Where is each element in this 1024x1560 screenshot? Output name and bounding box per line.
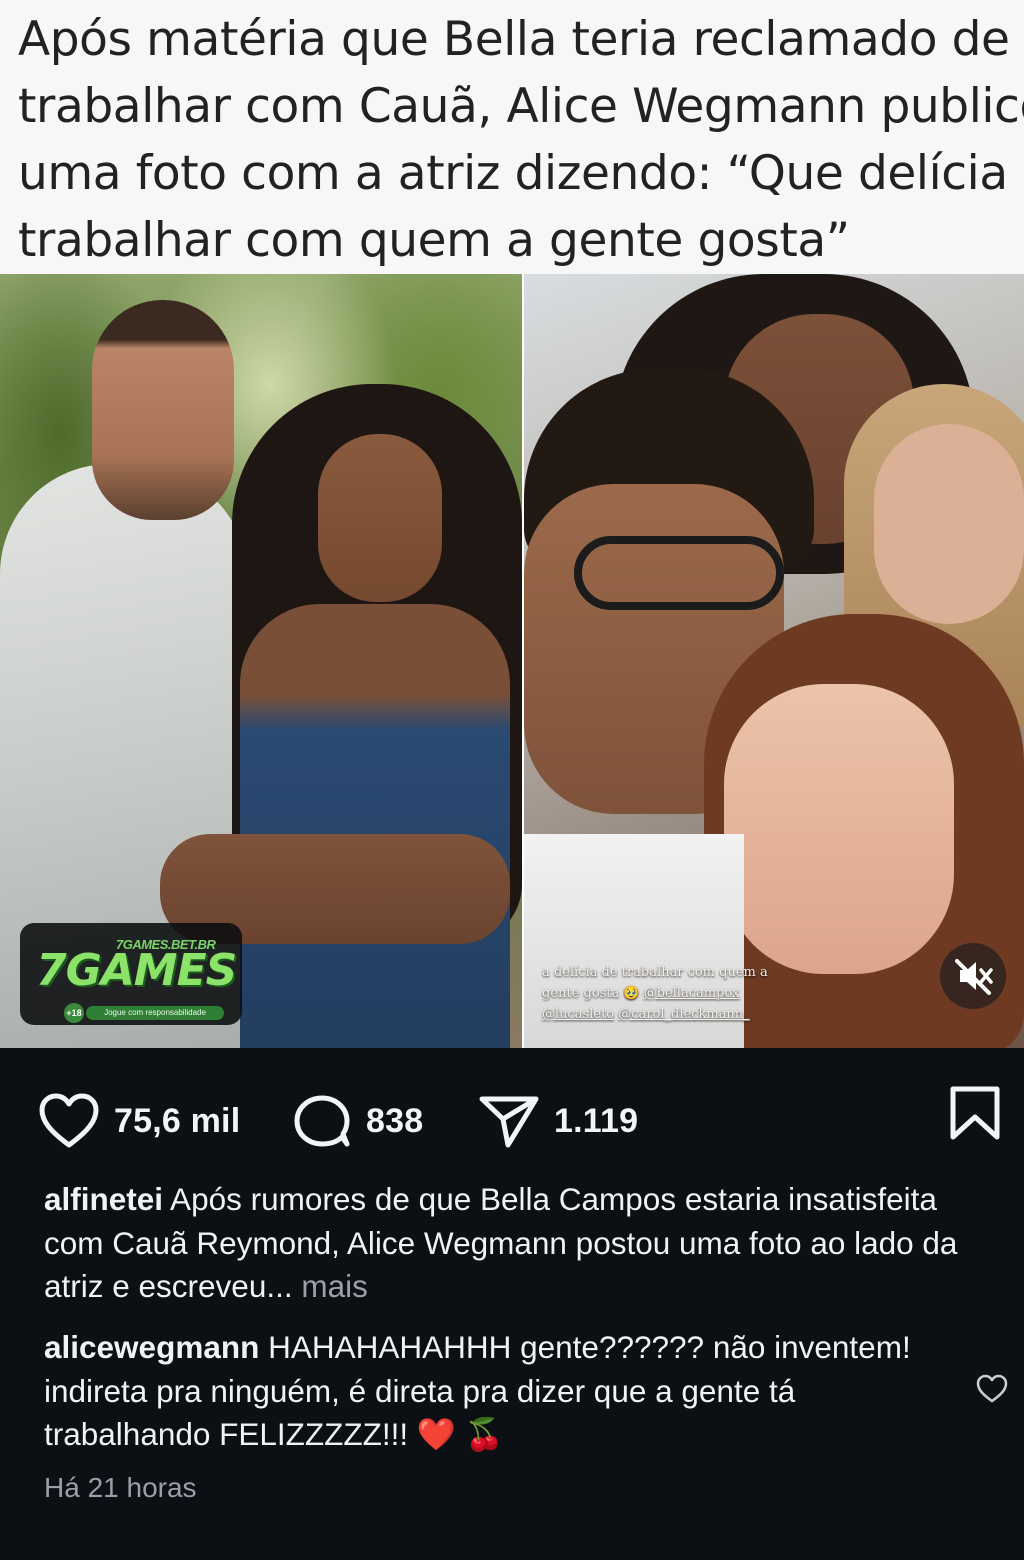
story-mention[interactable]: @carol_dieckmann_ (618, 1007, 749, 1022)
caption-username[interactable]: alfinetei (44, 1181, 163, 1217)
story-caption: a delícia de trabalhar com quem a gente … (542, 962, 842, 1025)
photo-figure-woman-body (240, 604, 510, 1048)
comment-bubble-icon (294, 1095, 350, 1147)
post-timestamp: Há 21 horas (44, 1472, 197, 1503)
sponsor-watermark: 7GAMES.BET.BR 7GAMES +18 Jogue com respo… (20, 923, 242, 1025)
share-count: 1.119 (554, 1101, 639, 1140)
more-link[interactable]: mais (293, 1268, 368, 1304)
like-count: 75,6 mil (114, 1101, 241, 1140)
story-caption-line: gente gosta 🥹 (542, 986, 644, 1001)
share-button[interactable]: 1.119 (478, 1093, 638, 1149)
paper-plane-icon (479, 1096, 539, 1148)
comment-like-button[interactable] (976, 1374, 1008, 1409)
glasses-icon (574, 536, 784, 610)
comment-count: 838 (366, 1101, 424, 1140)
caption-text: Após rumores de que Bella Campos estaria… (44, 1181, 958, 1304)
post-photo-right[interactable] (524, 274, 1024, 1048)
photo-figure-front-woman-face (724, 684, 954, 974)
post-action-bar: 75,6 mil 838 1.119 (0, 1048, 1024, 1188)
photo-divider (522, 274, 524, 1048)
sponsor-logo: 7GAMES (36, 945, 237, 996)
story-mention[interactable]: @lucasleto (542, 1007, 614, 1022)
photo-figure-man-head (92, 300, 234, 520)
speaker-muted-icon (955, 959, 993, 995)
photo-figure-blonde-face (874, 424, 1024, 624)
post-caption: alfinetei Após rumores de que Bella Camp… (44, 1178, 974, 1309)
story-mention[interactable]: @bellacampox (644, 986, 740, 1001)
age-rating-badge: +18 (64, 1003, 84, 1023)
heart-outline-icon (976, 1374, 1008, 1403)
headline-area: Após matéria que Bella teria reclamado d… (0, 0, 1024, 274)
comment-username[interactable]: alicewegmann (44, 1329, 259, 1365)
mute-button[interactable] (940, 943, 1006, 1009)
bookmark-icon (950, 1086, 1000, 1140)
like-button[interactable]: 75,6 mil (38, 1093, 240, 1149)
headline-text: Após matéria que Bella teria reclamado d… (18, 12, 1024, 268)
photo-figure-woman-face (318, 434, 442, 602)
top-comment: alicewegmann HAHAHAHAHHH gente?????? não… (44, 1326, 944, 1457)
responsibility-note: Jogue com responsabilidade (86, 1006, 224, 1020)
save-button[interactable] (948, 1085, 1002, 1141)
heart-icon (39, 1093, 99, 1148)
story-caption-line: a delícia de trabalhar com quem a (542, 965, 768, 980)
comment-button[interactable]: 838 (292, 1093, 423, 1149)
